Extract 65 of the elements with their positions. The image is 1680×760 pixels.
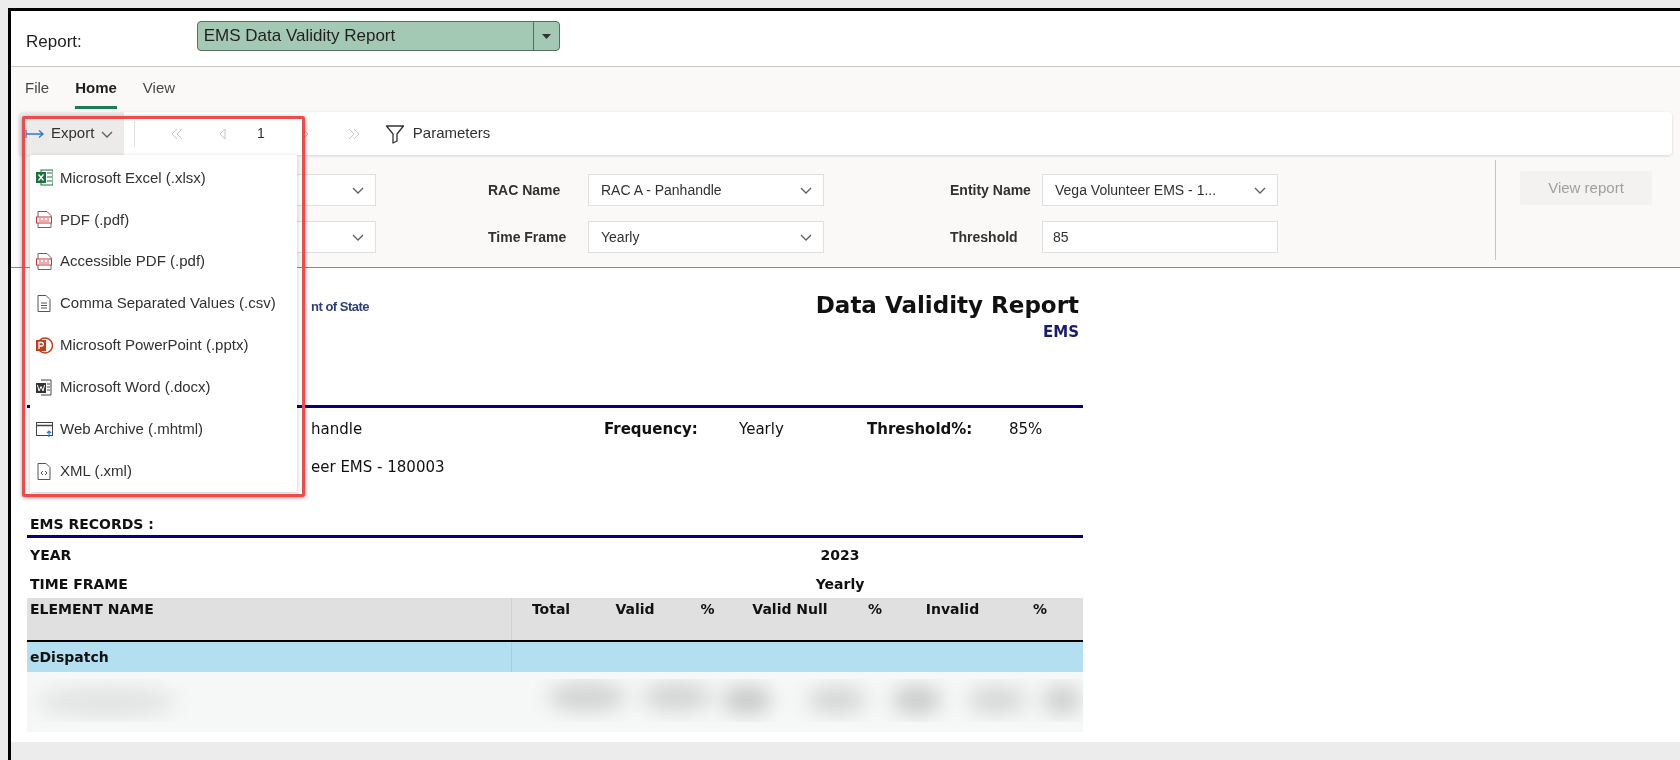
- parameter-field[interactable]: 85: [1042, 221, 1278, 253]
- info-label: Frequency:: [604, 419, 698, 440]
- menu-item[interactable]: Accessible PDF (.pdf): [30, 240, 297, 283]
- info-value: eer EMS - 180003: [311, 457, 445, 478]
- report-label: Report:: [26, 31, 82, 53]
- parameter-label: Time Frame: [488, 229, 567, 245]
- logo-text: nt of State: [311, 298, 370, 316]
- info-value: 85%: [1009, 419, 1043, 440]
- report-title: Data Validity Report: [815, 291, 1079, 320]
- document-icon: [36, 295, 53, 313]
- section-title: EMS RECORDS :: [30, 516, 154, 532]
- menu-item[interactable]: Microsoft Word (.docx): [30, 366, 297, 409]
- previous-page-icon: [219, 127, 227, 140]
- parameter-dropdown[interactable]: Vega Volunteer EMS - 1...: [1042, 174, 1278, 206]
- column-header: %: [1032, 600, 1048, 619]
- report-dropdown[interactable]: EMS Data Validity Report: [196, 21, 560, 51]
- row-value: 2023: [819, 546, 861, 565]
- chevron-down-icon: [351, 233, 365, 241]
- row-value: Yearly: [814, 575, 866, 594]
- powerpoint-icon: [36, 336, 53, 354]
- chevron-down-icon: [799, 186, 813, 194]
- column-header: Valid: [614, 600, 656, 619]
- parameter-label: Threshold: [950, 229, 1018, 245]
- page-number: 1: [257, 124, 265, 143]
- menu-tab[interactable]: View: [142, 77, 176, 109]
- menu-tab[interactable]: Home: [75, 77, 117, 109]
- row-label: YEAR: [29, 546, 73, 565]
- column-header: Valid Null: [751, 600, 829, 619]
- chevron-down-icon: [799, 233, 813, 241]
- parameter-label: Entity Name: [950, 182, 1031, 198]
- menu-item[interactable]: Microsoft Excel (.xlsx): [30, 157, 297, 199]
- report-subtitle: EMS: [1043, 322, 1079, 343]
- chevron-down-icon: [100, 129, 115, 138]
- menu-item[interactable]: PDF (.pdf): [30, 198, 297, 241]
- menu-tab[interactable]: File: [25, 77, 50, 109]
- filter-icon: [384, 123, 405, 144]
- chevron-down-icon: [351, 186, 365, 194]
- column-header: Total: [530, 600, 572, 619]
- first-page-icon: [170, 127, 184, 140]
- code-file-icon: [36, 462, 53, 480]
- column-header: Invalid: [924, 600, 981, 619]
- last-page-icon: [346, 127, 361, 140]
- column-header: ELEMENT NAME: [27, 598, 512, 640]
- parameter-dropdown[interactable]: Yearly: [588, 221, 824, 253]
- info-value: handle: [311, 419, 363, 440]
- menu-item[interactable]: Web Archive (.mhtml): [30, 408, 297, 451]
- word-icon: [36, 378, 53, 396]
- row-label: TIME FRAME: [29, 575, 129, 594]
- chevron-down-icon: [1253, 186, 1267, 194]
- caret-icon: [541, 33, 551, 39]
- menu-item[interactable]: XML (.xml): [30, 450, 297, 492]
- browser-window-icon: [36, 420, 53, 438]
- column-header: %: [699, 600, 716, 619]
- export-arrow-icon: [25, 128, 45, 139]
- info-label: Threshold%:: [867, 419, 973, 440]
- pdf-file-icon: [36, 211, 53, 229]
- excel-icon: [36, 169, 53, 187]
- column-header: %: [867, 600, 883, 619]
- menu-item[interactable]: Microsoft PowerPoint (.pptx): [30, 324, 297, 367]
- parameter-label: RAC Name: [488, 182, 561, 198]
- pdf-file-icon: [36, 253, 53, 271]
- menu-item[interactable]: Comma Separated Values (.csv): [30, 282, 297, 325]
- parameter-dropdown[interactable]: RAC A - Panhandle: [588, 174, 824, 206]
- info-value: Yearly: [739, 419, 784, 440]
- parameters-button[interactable]: Parameters: [384, 122, 491, 145]
